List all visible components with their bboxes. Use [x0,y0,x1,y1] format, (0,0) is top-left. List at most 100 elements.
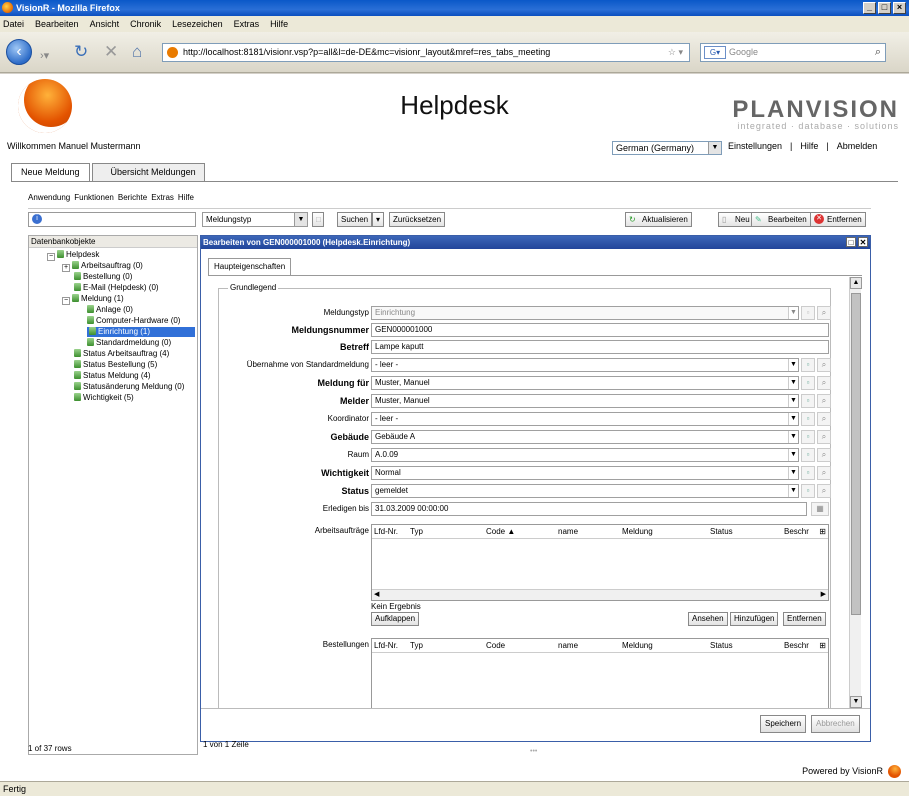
app-menu-hilfe[interactable]: Hilfe [178,193,194,202]
tab-haupteigenschaften[interactable]: Haupteigenschaften [208,258,292,275]
calendar-icon[interactable]: ▦ [811,502,829,516]
link-hilfe[interactable]: Hilfe [800,141,818,151]
column-header[interactable]: name [558,525,578,538]
koordinator-select[interactable]: - leer - ▼ [371,412,799,426]
column-header[interactable]: name [558,639,578,652]
collapse-icon[interactable]: − [47,253,55,261]
menu-chronik[interactable]: Chronik [130,16,161,32]
raum-select[interactable]: A.0.09 ▼ [371,448,799,462]
type-lookup-icon[interactable]: □ [312,212,324,227]
search-engine-icon[interactable]: G▾ [704,46,726,59]
search-icon[interactable]: ⌕ [817,430,831,444]
column-header[interactable]: Typ [410,525,423,538]
menu-datei[interactable]: Datei [3,16,24,32]
menu-bearbeiten[interactable]: Bearbeiten [35,16,79,32]
language-select[interactable]: German (Germany) ▼ [612,141,722,155]
search-input[interactable]: G▾ Google ⌕ [700,43,886,62]
new-icon[interactable]: ▫ [801,466,815,480]
tree-item-statusaenderung[interactable]: Statusänderung Meldung (0) [74,382,184,392]
status-select[interactable]: gemeldet ▼ [371,484,799,498]
resize-handle[interactable]: ••• [530,748,537,755]
meldung-fuer-select[interactable]: Muster, Manuel ▼ [371,376,799,390]
close-window-button[interactable]: × [893,2,906,14]
save-button[interactable]: Speichern [760,715,807,733]
meldungstyp-field[interactable]: Einrichtung ▼ [371,306,799,320]
search-options-chevron-icon[interactable]: ▾ [372,212,384,227]
maximize-button[interactable]: □ [878,2,891,14]
type-select[interactable]: Meldungstyp ▼ [202,212,308,227]
tree-item-status-arbeitsauftrag[interactable]: Status Arbeitsauftrag (4) [74,349,169,359]
url-input[interactable]: http://localhost:8181/visionr.vsp?p=all&… [162,43,690,62]
tree-item-standardmeldung[interactable]: Standardmeldung (0) [87,338,171,348]
column-header[interactable]: Meldung [622,639,653,652]
meldungsnummer-field[interactable]: GEN000001000 [371,323,829,337]
app-menu-berichte[interactable]: Berichte [118,193,147,202]
bookmark-star-icon[interactable]: ☆ ▾ [668,44,683,61]
gebaeude-select[interactable]: Gebäude A ▼ [371,430,799,444]
app-menu-extras[interactable]: Extras [151,193,174,202]
search-icon[interactable]: ⌕ [817,358,831,372]
scroll-up-icon[interactable]: ▲ [850,277,862,289]
tree-item-arbeitsauftrag[interactable]: + Arbeitsauftrag (0) [62,261,143,272]
close-icon[interactable]: ✕ [858,237,868,247]
forward-dropdown-icon[interactable]: ›▾ [40,46,49,66]
link-einstellungen[interactable]: Einstellungen [728,141,782,151]
tree-item-einrichtung[interactable]: Einrichtung (1) [87,327,195,337]
quick-search-input[interactable]: i [28,212,196,227]
expand-button[interactable]: Aufklappen [371,612,420,626]
tree-item-computer-hardware[interactable]: Computer-Hardware (0) [87,316,180,326]
search-icon[interactable]: ⌕ [817,484,831,498]
column-header[interactable]: Status [710,525,733,538]
betreff-field[interactable]: Lampe kaputt [371,340,829,354]
reload-icon[interactable]: ↻ [74,42,88,62]
edit-button[interactable]: ✎ Bearbeiten [751,212,811,227]
cancel-button[interactable]: Abbrechen [811,715,860,733]
scroll-left-icon[interactable]: ◀ [374,590,379,598]
search-icon[interactable]: ⌕ [817,394,831,408]
tab-neue-meldung[interactable]: Neue Meldung [11,163,90,181]
column-header[interactable]: Code ▲ [486,525,515,538]
column-header[interactable]: Status [710,639,733,652]
search-icon[interactable]: ⌕ [875,44,881,61]
scroll-down-icon[interactable]: ▼ [850,696,862,708]
tree-item-bestellung[interactable]: Bestellung (0) [74,272,132,282]
new-icon[interactable]: ▫ [801,448,815,462]
tree-item-status-meldung[interactable]: Status Meldung (4) [74,371,151,381]
menu-extras[interactable]: Extras [234,16,260,32]
wichtigkeit-select[interactable]: Normal ▼ [371,466,799,480]
search-icon[interactable]: ⌕ [817,466,831,480]
search-button[interactable]: Suchen [337,212,373,227]
remove-row-button[interactable]: Entfernen [783,612,826,626]
search-icon[interactable]: ⌕ [817,412,831,426]
new-icon[interactable]: ▫ [801,394,815,408]
app-menu-anwendung[interactable]: Anwendung [28,193,70,202]
tree-item-anlage[interactable]: Anlage (0) [87,305,133,315]
standardmeldung-select[interactable]: - leer - ▼ [371,358,799,372]
reset-button[interactable]: Zurücksetzen [389,212,446,227]
tree-item-meldung[interactable]: − Meldung (1) [62,294,124,305]
view-button[interactable]: Ansehen [688,612,728,626]
collapse-icon[interactable]: − [62,297,70,305]
stop-icon[interactable]: ✕ [104,42,118,62]
back-icon[interactable]: ‹ [6,39,32,65]
menu-ansicht[interactable]: Ansicht [90,16,120,32]
new-icon[interactable]: ▫ [801,306,815,320]
scroll-thumb[interactable] [851,293,861,615]
column-header[interactable]: Code [486,639,505,652]
minimize-button[interactable]: _ [863,2,876,14]
link-abmelden[interactable]: Abmelden [837,141,878,151]
melder-select[interactable]: Muster, Manuel ▼ [371,394,799,408]
tree-item-helpdesk[interactable]: − Helpdesk [47,250,99,261]
new-icon[interactable]: ▫ [801,376,815,390]
menu-lesezeichen[interactable]: Lesezeichen [172,16,223,32]
vertical-scrollbar[interactable]: ▲ ▼ [849,277,862,708]
column-chooser-icon[interactable]: ⊞ [819,639,826,652]
erledigen-bis-field[interactable]: 31.03.2009 00:00:00 [371,502,807,516]
new-button[interactable]: ▯ Neu [718,212,754,227]
remove-button[interactable]: ✕ Entfernen [810,212,866,227]
maximize-icon[interactable]: □ [846,237,856,247]
refresh-button[interactable]: ↻ Aktualisieren [625,212,692,227]
new-icon[interactable]: ▫ [801,484,815,498]
search-icon[interactable]: ⌕ [817,376,831,390]
arbeitsauftraege-grid[interactable]: Lfd-Nr. Typ Code ▲ name Meldung Status B… [371,524,829,601]
